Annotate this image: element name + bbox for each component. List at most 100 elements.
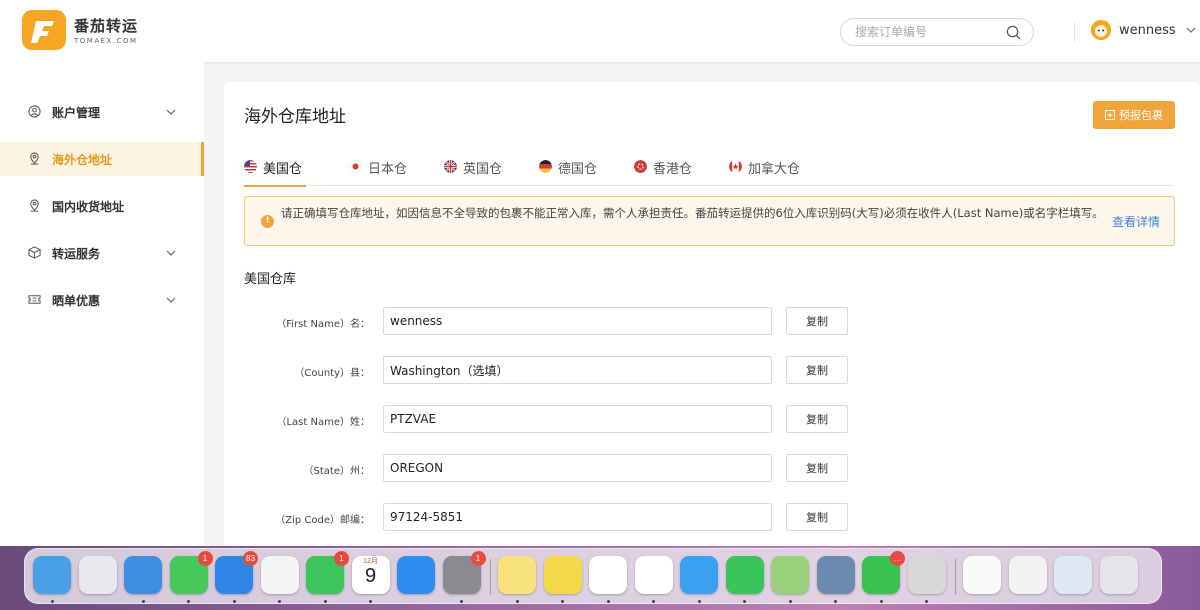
order-search[interactable]	[840, 18, 1034, 46]
app-window: 番茄转运 TOMAEX.COM wenness	[0, 0, 1200, 546]
system-settings-icon[interactable]: 1	[442, 551, 486, 594]
county-field[interactable]	[383, 356, 772, 384]
wps-icon[interactable]	[589, 556, 627, 594]
notification-badge: 83	[243, 551, 258, 566]
logo-icon	[22, 10, 66, 50]
user-menu[interactable]: wenness	[1091, 20, 1196, 40]
last-name-field[interactable]	[383, 405, 772, 433]
logo[interactable]: 番茄转运 TOMAEX.COM	[22, 10, 138, 50]
calendar-icon[interactable]: 12月 9	[351, 556, 390, 594]
tab-label: 美国仓	[263, 162, 303, 177]
tab-ca[interactable]: 加拿大仓	[729, 154, 800, 186]
copy-button[interactable]: 复制	[786, 307, 848, 335]
printer-icon[interactable]	[907, 556, 946, 594]
tab-uk[interactable]: 英国仓	[444, 154, 502, 186]
main-card: 海外仓库地址 预报包裹 美国仓 日本仓 英国仓 德国仓 香港仓 加拿大仓 ! 请…	[224, 82, 1200, 546]
notification-badge: 1	[334, 551, 349, 566]
us-flag-icon	[244, 160, 257, 173]
photos-icon[interactable]	[260, 556, 299, 594]
page-title: 海外仓库地址	[244, 107, 346, 127]
preview-icon[interactable]	[816, 556, 855, 594]
header-divider	[1074, 22, 1075, 42]
copy-button[interactable]: 复制	[786, 454, 848, 482]
maps-icon[interactable]	[771, 556, 809, 594]
running-indicator	[50, 600, 54, 603]
forecast-package-label: 预报包裹	[1119, 109, 1163, 122]
safari-icon[interactable]	[124, 556, 162, 594]
whatsapp-icon[interactable]	[725, 556, 764, 594]
running-indicator	[834, 600, 837, 603]
chrome-icon[interactable]	[634, 556, 673, 594]
tab-jp[interactable]: 日本仓	[349, 154, 407, 186]
form-row-first-name: （First Name）名： 复制	[244, 307, 864, 337]
sidebar-item-share-discount[interactable]: 晒单优惠	[0, 283, 204, 317]
app-store-icon[interactable]	[397, 556, 435, 594]
user-circle-icon	[28, 105, 41, 118]
notification-badge: …	[890, 551, 905, 566]
plus-square-icon	[1105, 110, 1115, 120]
state-field[interactable]	[383, 454, 772, 482]
tab-hk[interactable]: 香港仓	[634, 154, 692, 186]
running-indicator	[460, 600, 463, 603]
tab-label: 英国仓	[463, 162, 503, 177]
logo-domain: TOMAEX.COM	[74, 37, 138, 45]
running-indicator	[187, 600, 190, 603]
video-player-icon[interactable]	[680, 556, 718, 594]
ca-flag-icon	[729, 160, 742, 173]
username: wenness	[1119, 22, 1176, 38]
notes-icon[interactable]	[498, 556, 536, 594]
running-indicator	[232, 600, 236, 603]
running-indicator	[515, 600, 519, 603]
notification-badge: 1	[470, 551, 486, 566]
order-search-input[interactable]	[855, 19, 1005, 45]
running-indicator	[278, 600, 281, 603]
field-label: （First Name）名：	[276, 319, 370, 330]
hk-flag-icon	[634, 160, 647, 173]
form-row-county: （County）县： 复制	[244, 356, 864, 386]
warning-notice: ! 请正确填写仓库地址，如因信息不全导致的包裹不能正常入库，需个人承担责任。番茄…	[244, 196, 1175, 246]
facetime-icon[interactable]: 1	[306, 551, 349, 594]
dock: 1 83 1 12月 9 1…	[24, 548, 1162, 604]
trash-icon[interactable]	[1099, 556, 1138, 594]
sidebar-item-account[interactable]: 账户管理	[0, 95, 204, 129]
wechat-icon[interactable]: …	[862, 551, 905, 594]
sidebar-item-domestic-address[interactable]: 国内收货地址	[0, 189, 204, 223]
running-indicator	[141, 600, 145, 603]
running-indicator	[743, 600, 746, 603]
tab-label: 日本仓	[368, 162, 408, 177]
form-row-last-name: （Last Name）姓： 复制	[244, 405, 864, 435]
view-details-link[interactable]: 查看详情	[1112, 213, 1160, 230]
jp-flag-icon	[349, 160, 362, 173]
chevron-down-icon[interactable]	[1186, 25, 1196, 35]
sidebar-item-overseas-address[interactable]: 海外仓地址	[0, 142, 204, 176]
document-icon[interactable]	[963, 556, 1001, 594]
tab-de[interactable]: 德国仓	[539, 154, 597, 186]
sidebar-item-label: 海外仓地址	[52, 153, 113, 167]
tab-us[interactable]: 美国仓	[244, 154, 306, 187]
zip-code-field[interactable]	[383, 503, 772, 531]
notification-badge: 1	[197, 551, 213, 566]
running-indicator	[323, 600, 327, 603]
copy-button[interactable]: 复制	[786, 503, 848, 531]
document-thumbnail-icon[interactable]	[1008, 556, 1047, 594]
first-name-field[interactable]	[383, 307, 772, 335]
copy-button[interactable]: 复制	[786, 405, 848, 433]
qq-music-icon[interactable]	[543, 556, 582, 594]
sidebar: 账户管理 海外仓地址 国内收货地址 转运服务 晒单优惠	[0, 62, 204, 546]
launchpad-icon[interactable]	[78, 556, 117, 594]
sidebar-item-forwarding[interactable]: 转运服务	[0, 236, 204, 270]
finder-icon[interactable]	[33, 556, 71, 594]
messages-icon[interactable]: 1	[169, 551, 213, 594]
box-icon	[28, 246, 41, 259]
mail-icon[interactable]: 83	[215, 551, 258, 594]
search-icon[interactable]	[1006, 25, 1021, 40]
field-label: （Last Name）姓：	[276, 417, 370, 428]
avatar	[1091, 20, 1111, 40]
forecast-package-button[interactable]: 预报包裹	[1093, 101, 1175, 129]
copy-button[interactable]: 复制	[786, 356, 848, 384]
sidebar-item-label: 转运服务	[52, 247, 101, 261]
screenshot-thumbnail-icon[interactable]	[1054, 556, 1092, 594]
tab-label: 加拿大仓	[748, 162, 801, 177]
calendar-day: 9	[364, 565, 377, 587]
running-indicator	[879, 600, 883, 603]
